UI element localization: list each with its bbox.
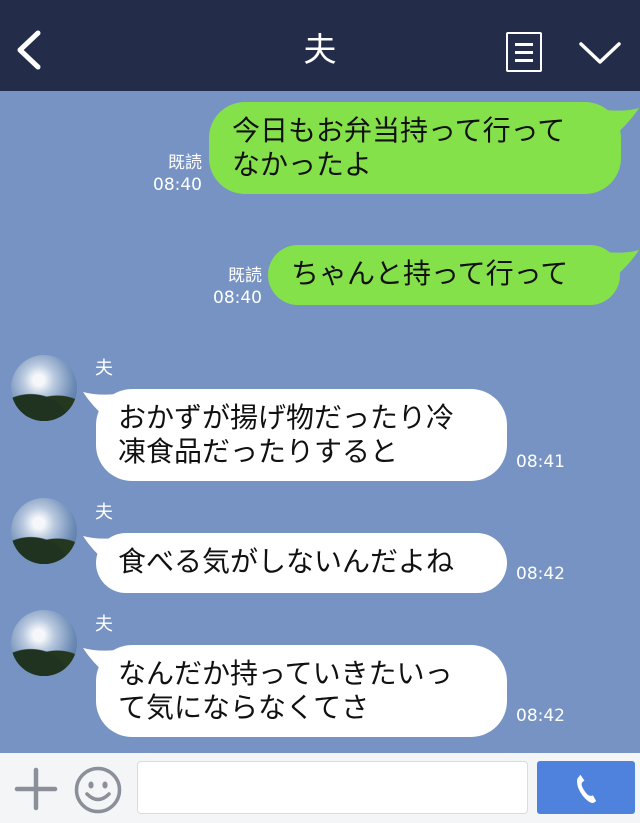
message-time: 08:40: [213, 288, 262, 308]
chevron-down-icon: [579, 42, 621, 64]
sender-name: 夫: [95, 614, 113, 635]
outgoing-message-bubble[interactable]: 今日もお弁当持って行って なかったよ: [209, 102, 621, 194]
message-text-line: 凍食品だったりすると: [118, 435, 399, 468]
outgoing-message-bubble[interactable]: ちゃんと持って行って: [268, 245, 620, 305]
message-text-line: て気にならなくてさ: [118, 691, 370, 724]
message-input-bar: [0, 753, 640, 823]
collapse-button[interactable]: [578, 38, 622, 68]
avatar[interactable]: [11, 498, 77, 564]
incoming-message-bubble[interactable]: おかずが揚げ物だったり冷 凍食品だったりすると: [96, 389, 507, 481]
message-text-line: なかったよ: [232, 148, 373, 181]
chat-header: 夫: [0, 0, 640, 91]
avatar[interactable]: [11, 610, 77, 676]
add-attachment-button[interactable]: [14, 767, 58, 811]
call-button[interactable]: [537, 761, 635, 814]
message-text-line: なんだか持っていきたいっ: [118, 657, 453, 690]
avatar[interactable]: [11, 355, 77, 421]
phone-icon: [577, 774, 597, 803]
menu-line: [515, 51, 533, 54]
message-text-line: おかずが揚げ物だったり冷: [118, 401, 455, 434]
message-text-line: 食べる気がしないんだよね: [118, 545, 455, 578]
avatar-image: [11, 530, 77, 564]
sender-name: 夫: [95, 502, 113, 523]
message-input[interactable]: [137, 761, 528, 814]
read-receipt: 既読 08:40: [210, 265, 262, 309]
message-time: 08:42: [516, 706, 565, 726]
menu-line: [515, 59, 533, 62]
incoming-message-bubble[interactable]: なんだか持っていきたいっ て気にならなくてさ: [96, 645, 507, 737]
message-time: 08:42: [516, 564, 565, 584]
message-time: 08:40: [153, 175, 202, 195]
avatar-image: [11, 387, 77, 421]
document-menu-icon: [515, 43, 533, 46]
sender-name: 夫: [95, 358, 113, 379]
menu-button[interactable]: [506, 32, 542, 72]
read-receipt: 既読 08:40: [150, 152, 202, 196]
bubble-tail: [606, 250, 639, 278]
avatar-image: [11, 642, 77, 676]
message-text-line: ちゃんと持って行って: [291, 257, 569, 290]
message-time: 08:41: [516, 452, 565, 472]
incoming-message-bubble[interactable]: 食べる気がしないんだよね: [96, 533, 507, 593]
smiley-icon: [74, 766, 122, 814]
plus-icon: [14, 767, 58, 811]
emoji-button[interactable]: [73, 765, 123, 815]
chat-title: 夫: [303, 30, 337, 69]
message-text-line: 今日もお弁当持って行って: [232, 114, 566, 147]
bubble-tail: [606, 108, 639, 136]
